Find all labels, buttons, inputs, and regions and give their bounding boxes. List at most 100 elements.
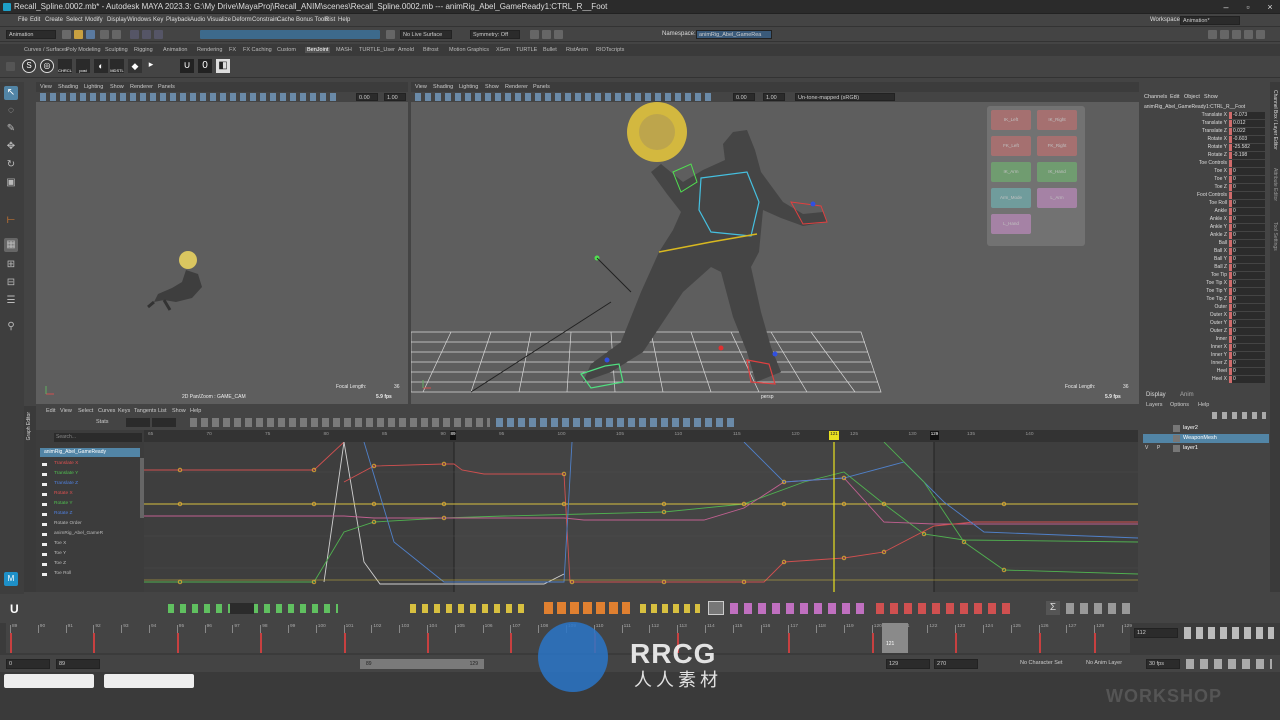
right-viewport[interactable]: IK_Left IK_Right FK_Left FK_Right IK_Arm IK_H… — [411, 102, 1139, 404]
layer-menu-help[interactable]: Help — [1198, 402, 1209, 408]
shelf-tab-turtle[interactable]: TURTLE — [516, 47, 537, 53]
channel-attr-row[interactable]: Toe Controls — [1142, 160, 1270, 168]
character-set-field[interactable]: No Character Set — [1018, 659, 1078, 669]
channel-attr-row[interactable]: Ankle Y0 — [1142, 224, 1270, 232]
channel-menu-edit[interactable]: Edit — [1170, 94, 1179, 100]
shelf-settings-icon[interactable] — [6, 62, 15, 71]
viewport-menu-lighting[interactable]: Lighting — [84, 84, 103, 90]
layout-channels-icon[interactable] — [1256, 30, 1265, 39]
shelf-tab-rendering[interactable]: Rendering — [197, 47, 222, 53]
channel-attr-value[interactable]: 0 — [1229, 168, 1265, 175]
shelf-tab-rigging[interactable]: Rigging — [134, 47, 153, 53]
channel-attr-value[interactable]: 0 — [1229, 232, 1265, 239]
picker-button-3[interactable]: FK_Left — [991, 136, 1031, 156]
playback-end-field[interactable]: 129 — [886, 659, 930, 669]
channel-attr-value[interactable] — [1229, 160, 1265, 167]
picker-button-1[interactable]: IK_Left — [991, 110, 1031, 130]
channel-attr-row[interactable]: Inner 0 — [1142, 336, 1270, 344]
channel-attr-value[interactable]: 0 — [1229, 304, 1265, 311]
channel-menu-object[interactable]: Object — [1184, 94, 1200, 100]
picker-button-2[interactable]: IK_Right — [1037, 110, 1077, 130]
graph-view-icons[interactable] — [496, 418, 736, 427]
channel-attr-value[interactable]: 0 — [1229, 264, 1265, 271]
channel-attr-row[interactable]: Ankle Z0 — [1142, 232, 1270, 240]
unreal-icon[interactable]: U — [10, 603, 22, 615]
ghosting-icons[interactable] — [876, 603, 1016, 614]
channel-attr-row[interactable]: Heel X0 — [1142, 376, 1270, 384]
shelf-tab-benjoint[interactable]: BenJoint — [305, 47, 331, 53]
layout-single-icon[interactable] — [1208, 30, 1217, 39]
menu-cache[interactable]: Cache — [277, 17, 294, 23]
channel-attr-row[interactable]: Foot Controls — [1142, 192, 1270, 200]
shelf-tab-riotscripts[interactable]: RIOTscripts — [596, 47, 624, 53]
graph-curves[interactable] — [144, 442, 1138, 592]
channel-attr-value[interactable]: 0 — [1229, 248, 1265, 255]
shelf-tab-fx-caching[interactable]: FX Caching — [243, 47, 272, 53]
graph-channel-item[interactable]: Toe X — [42, 540, 136, 549]
paint-select-icon[interactable]: ✎ — [4, 122, 18, 136]
channel-attr-value[interactable]: 0 — [1229, 320, 1265, 327]
channel-attr-row[interactable]: Toe Z0 — [1142, 184, 1270, 192]
right-vp-field-a[interactable]: 0.00 — [733, 93, 755, 101]
channel-attr-row[interactable]: Outer 0 — [1142, 304, 1270, 312]
channel-attr-row[interactable]: Rotate Z -0.198 — [1142, 152, 1270, 160]
shelf-tab-mash[interactable]: MASH — [336, 47, 352, 53]
picker-button-4[interactable]: FK_Right — [1037, 136, 1077, 156]
playback-start-field[interactable]: 89 — [56, 659, 100, 669]
channel-attr-row[interactable]: Heel 0 — [1142, 368, 1270, 376]
graph-menu-edit[interactable]: Edit — [46, 408, 55, 414]
channel-attr-value[interactable]: 0 — [1229, 376, 1265, 383]
lasso-tool-icon[interactable]: ◌ — [4, 104, 18, 118]
layout-panel-icon[interactable] — [1244, 30, 1253, 39]
channel-attr-row[interactable]: Toe Tip 0 — [1142, 272, 1270, 280]
graph-channel-item[interactable]: Translate Z — [42, 480, 136, 489]
channel-attr-value[interactable]: -0.073 — [1229, 112, 1265, 119]
shelf-tab-bifrost[interactable]: Bifrost — [423, 47, 439, 53]
layout-quad-icon[interactable] — [1232, 30, 1241, 39]
channel-attr-value[interactable]: 0 — [1229, 224, 1265, 231]
close-button[interactable]: × — [1260, 2, 1280, 12]
viewport-menu-shading[interactable]: Shading — [433, 84, 453, 90]
menu-create[interactable]: Create — [45, 17, 63, 23]
channel-attr-row[interactable]: Inner Y0 — [1142, 352, 1270, 360]
shelf-button-8[interactable]: ◧ — [216, 59, 230, 73]
last-tool-icon[interactable]: ⊢ — [4, 214, 18, 228]
maximize-button[interactable]: ▫ — [1238, 2, 1258, 12]
timeline-current-frame[interactable] — [882, 623, 908, 653]
rotate-tool-icon[interactable]: ↻ — [4, 158, 18, 172]
channel-attr-value[interactable]: 0 — [1229, 352, 1265, 359]
viewport-menu-view[interactable]: View — [415, 84, 427, 90]
graph-menu-view[interactable]: View — [60, 408, 72, 414]
shelf-tab-xgen[interactable]: XGen — [496, 47, 510, 53]
select-key-icon[interactable] — [708, 601, 724, 615]
range-start-marker[interactable]: 89 — [450, 431, 456, 440]
channel-attr-value[interactable]: 0 — [1229, 312, 1265, 319]
zoom-icon[interactable]: ⚲ — [4, 320, 18, 334]
channel-attr-row[interactable]: Outer Z0 — [1142, 328, 1270, 336]
shelf-tab-poly-modeling[interactable]: Poly Modeling — [66, 47, 101, 53]
open-scene-icon[interactable] — [74, 30, 83, 39]
viewport-menu-lighting[interactable]: Lighting — [459, 84, 478, 90]
select-tool-icon[interactable]: ↖ — [4, 86, 18, 100]
menu-select[interactable]: Select — [66, 17, 83, 23]
shelf-button-6[interactable]: ∪ — [180, 59, 194, 73]
channel-attr-value[interactable]: -25.582 — [1229, 144, 1265, 151]
graph-channel-item[interactable]: Toe Roll — [42, 570, 136, 579]
range-bar[interactable]: 89 129 — [360, 659, 484, 669]
menu-windows[interactable]: Windows — [127, 17, 151, 23]
right-vp-field-b[interactable]: 1.00 — [763, 93, 785, 101]
shelf-button-1[interactable]: S — [22, 59, 36, 73]
picker-button-5[interactable]: IK_Arm — [991, 162, 1031, 182]
viewport-menu-renderer[interactable]: Renderer — [130, 84, 153, 90]
graph-channel-item[interactable]: Rotate X — [42, 490, 136, 499]
channel-attr-value[interactable]: 0 — [1229, 216, 1265, 223]
channel-attr-row[interactable]: Ball Y0 — [1142, 256, 1270, 264]
menu-edit[interactable]: Edit — [30, 17, 40, 23]
graph-channel-item[interactable]: Translate Y — [42, 470, 136, 479]
curve-tangent-icons[interactable] — [544, 602, 630, 614]
menu-visualize[interactable]: Visualize — [207, 17, 231, 23]
vp-icons-left[interactable] — [40, 93, 340, 101]
menu-audio[interactable]: Audio — [190, 17, 205, 23]
left-viewport[interactable]: 2D Pan/Zoom : GAME_CAM Focal Length: 36 … — [36, 102, 408, 404]
character-tools-icons[interactable] — [730, 603, 870, 614]
